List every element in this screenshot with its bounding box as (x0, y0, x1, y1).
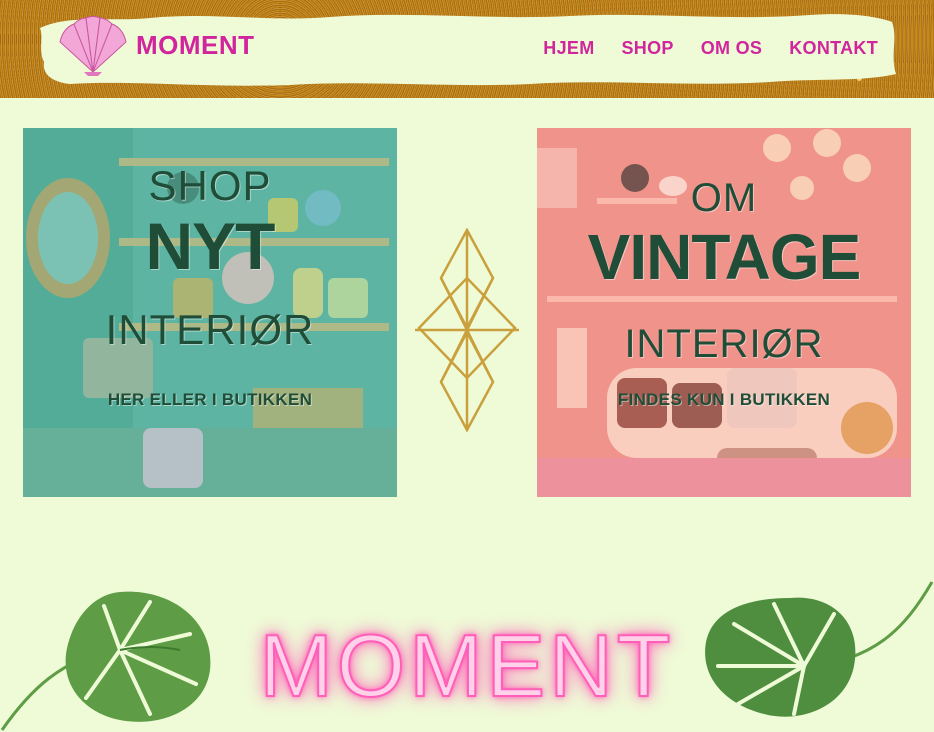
nav-link-kontakt[interactable]: KONTAKT (789, 38, 878, 59)
card-heading-interior: INTERIØR (105, 306, 315, 353)
brand-name: MOMENT (136, 29, 255, 60)
card-heading-nyt: NYT (145, 209, 276, 283)
shell-icon (59, 16, 127, 76)
nav-link-hjem[interactable]: HJEM (543, 38, 594, 59)
card-caption: FINDES KUN I BUTIKKEN (617, 390, 831, 409)
card-heading-om: OM (690, 176, 758, 220)
art-deco-ornament (415, 228, 519, 432)
card-caption: HER ELLER I BUTIKKEN (107, 390, 313, 409)
brand-logo[interactable]: MOMENT (56, 14, 255, 76)
shop-new-interior-card[interactable]: SHOP NYT INTERIØR HER ELLER I BUTIKKEN (23, 128, 397, 497)
main-nav: HJEM SHOP OM OS KONTAKT (543, 38, 878, 59)
nav-link-om-os[interactable]: OM OS (701, 38, 763, 59)
card-heading-shop: SHOP (148, 162, 272, 209)
card-heading-vintage: VINTAGE (587, 221, 862, 293)
site-header: MOMENT HJEM SHOP OM OS KONTAKT (0, 0, 934, 98)
monstera-leaf-right-icon (705, 581, 934, 717)
nav-link-shop[interactable]: SHOP (622, 38, 674, 59)
vintage-interior-card[interactable]: OM VINTAGE INTERIØR FINDES KUN I BUTIKKE… (537, 128, 911, 497)
card-heading-interior: INTERIØR (624, 322, 824, 366)
